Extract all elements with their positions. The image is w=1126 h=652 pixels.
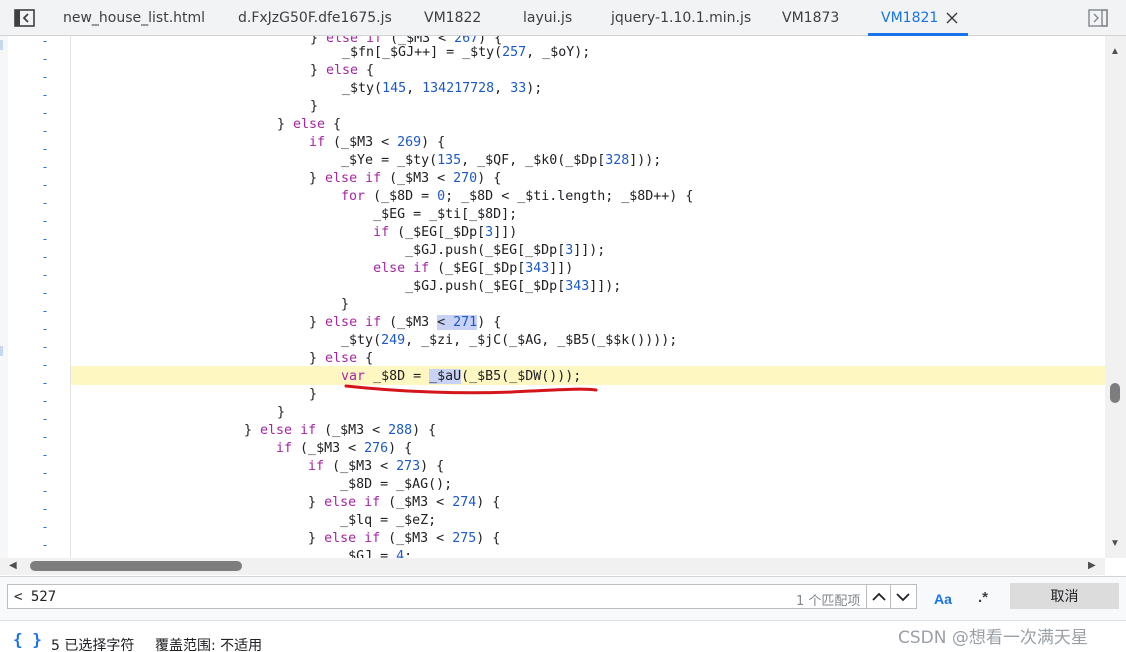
code-line: _$EG = _$ti[_$8D]; [277,207,518,222]
scroll-left-icon[interactable]: ◀ [9,561,17,571]
line-marker[interactable]: - [40,52,50,66]
code-line: } [277,405,286,420]
line-marker[interactable]: - [40,358,50,372]
line-marker[interactable]: - [40,124,50,138]
gutter-divider [70,36,71,558]
code-line: else if (_$EG[_$Dp[343]]) [373,261,574,276]
code-line: _$lq = _$eZ; [244,513,437,528]
code-line: _$ty(145, 134217728, 33); [310,81,543,96]
code-line: } else if (_$M3 < 274) { [244,495,501,510]
gutter-margin [0,36,8,558]
line-marker[interactable]: - [40,412,50,426]
chevron-down-icon [895,592,910,601]
line-marker[interactable]: - [40,538,50,552]
line-marker[interactable]: - [40,322,50,336]
search-query[interactable]: < 527 [14,589,56,605]
toggle-debugger-panel-icon[interactable] [1088,9,1108,27]
regex-button[interactable]: .* [978,589,988,606]
line-marker[interactable]: - [40,232,50,246]
line-marker[interactable]: - [40,340,50,354]
line-marker[interactable]: - [40,286,50,300]
line-marker[interactable]: - [40,70,50,84]
tab-layui[interactable]: layui.js [523,0,572,36]
tab-bar: new_house_list.html d.FxJzG50F.dfe1675.j… [0,0,1126,36]
cancel-button[interactable]: 取消 [1010,583,1119,609]
tab-vm1822[interactable]: VM1822 [424,0,481,36]
code-line: if (_$M3 < 273) { [308,459,445,474]
tab-jquery[interactable]: jquery-1.10.1.min.js [611,0,751,36]
line-marker[interactable]: - [40,196,50,210]
line-marker[interactable]: - [40,106,50,120]
status-bar: { } 5 已选择字符 覆盖范围: 不适用 CSDN @想看一次满天星 [0,620,1126,652]
code-line: for (_$8D = 0; _$8D < _$ti.length; _$8D+… [341,189,694,204]
watermark: CSDN @想看一次满天星 [898,628,1088,648]
selection-status: 5 已选择字符 [51,638,135,652]
horizontal-scrollbar[interactable]: ◀ ▶ [0,558,1105,575]
code-line: } else if (_$M3 < 275) { [244,531,501,546]
match-case-button[interactable]: Aa [934,591,952,607]
line-marker[interactable]: - [40,448,50,462]
vertical-scrollbar[interactable]: ▲ ▼ [1105,36,1126,558]
code-line: _$Ye = _$ty(135, _$QF, _$k0(_$Dp[328])); [277,153,662,168]
tab-vm1873[interactable]: VM1873 [782,0,839,36]
line-marker[interactable]: - [40,36,50,48]
red-annotation-underline [344,384,598,395]
code-editor[interactable]: - - - - - - - - - - - - - - - - - - - - … [0,36,1126,558]
code-line: } [310,99,319,114]
search-input[interactable]: < 527 1 个匹配项 [7,584,917,609]
code-line: } else { [310,63,375,78]
change-marker [0,40,3,50]
code-line: _$GJ = 4; [244,549,413,558]
code-line: _$8D = _$AG(); [244,477,453,492]
code-line: _$fn[_$GJ++] = _$ty(257, _$oY); [310,45,591,60]
line-marker[interactable]: - [40,394,50,408]
change-marker [0,346,3,356]
chevron-up-icon [871,592,886,601]
line-marker[interactable]: - [40,484,50,498]
code-line: _$GJ.push(_$EG[_$Dp[343]]); [277,279,622,294]
code-line: if (_$EG[_$Dp[3]]) [373,225,518,240]
scroll-right-icon[interactable]: ▶ [1088,561,1096,571]
code-line: } else { [277,351,374,366]
close-tab-icon[interactable] [944,10,960,26]
line-marker[interactable]: - [40,178,50,192]
line-marker[interactable]: - [40,304,50,318]
scroll-up-icon[interactable]: ▲ [1110,47,1120,57]
tab-new-house-list[interactable]: new_house_list.html [63,0,205,36]
horizontal-scroll-thumb[interactable] [30,561,242,571]
tab-d-fxjzg50f[interactable]: d.FxJzG50F.dfe1675.js [238,0,392,36]
line-marker[interactable]: - [40,502,50,516]
line-marker[interactable]: - [40,214,50,228]
line-marker[interactable]: - [40,430,50,444]
code-line: } [277,297,350,312]
code-line: _$ty(249, _$zi, _$jC(_$AG, _$B5(_$$k()))… [277,333,678,348]
match-count: 1 个匹配项 [796,594,861,609]
line-marker[interactable]: - [40,250,50,264]
vertical-scroll-thumb[interactable] [1110,383,1120,403]
scroll-down-icon[interactable]: ▼ [1110,539,1120,549]
code-line: if (_$M3 < 269) { [309,135,446,150]
line-marker[interactable]: - [40,88,50,102]
tab-vm1821[interactable]: VM1821 [881,0,938,36]
code-line: } else if (_$M3 < 271) { [277,315,502,330]
line-marker[interactable]: - [40,142,50,156]
line-marker[interactable]: - [40,160,50,174]
line-marker[interactable]: - [40,376,50,390]
line-marker[interactable]: - [40,268,50,282]
pretty-print-icon[interactable]: { } [13,630,42,649]
next-match-button[interactable] [890,585,914,608]
search-bar: < 527 1 个匹配项 Aa .* 取消 [0,576,1126,620]
code-line: } else if (_$M3 < 270) { [277,171,502,186]
previous-match-button[interactable] [866,585,890,608]
coverage-status: 覆盖范围: 不适用 [155,638,263,652]
code-line: } else if (_$M3 < 288) { [244,423,437,438]
line-marker[interactable]: - [40,520,50,534]
code-line: if (_$M3 < 276) { [276,441,413,456]
code-line: } else { [277,117,342,132]
code-line: } [277,387,318,402]
toggle-sidebar-icon[interactable] [14,9,35,27]
line-marker[interactable]: - [40,466,50,480]
code-line: _$GJ.push(_$EG[_$Dp[3]]); [277,243,606,258]
